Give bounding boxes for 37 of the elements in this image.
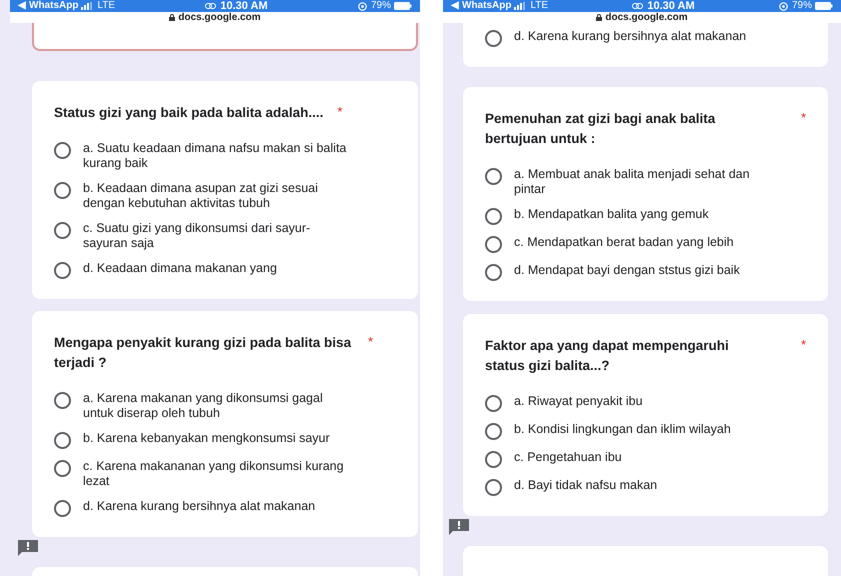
url-text: docs.google.com — [178, 12, 261, 22]
battery-percent: 79% — [792, 1, 812, 11]
option-label: d. Karena kurang bersihnya alat makanan — [514, 29, 746, 44]
option-label: d. Bayi tidak nafsu makan — [514, 478, 658, 493]
option-label: d. Keadaan dimana makanan yang — [83, 261, 277, 276]
back-link[interactable]: ◀ — [451, 1, 459, 11]
option-label: c. Pengetahuan ibu — [514, 450, 622, 465]
clock-time: 10.30 AM — [647, 0, 695, 12]
option-label: c. Mendapatkan berat badan yang lebih — [514, 235, 734, 250]
network-label: LTE — [530, 1, 548, 11]
question-title: Pemenuhan zat gizi bagi anak balita bertujuan untuk : — [485, 110, 716, 148]
back-link[interactable]: ◀ — [18, 1, 26, 11]
required-asterisk: * — [368, 333, 374, 351]
option-label: a. Membuat anak balita menjadi sehat dan pintar — [514, 167, 751, 197]
option-label: b. Kondisi lingkungan dan iklim wilayah — [514, 422, 731, 437]
option-label: b. Keadaan dimana asupan zat gizi sesuai dengan kebutuhan aktivitas tubuh — [83, 181, 319, 211]
option-label: b. Mendapatkan balita yang gemuk — [514, 207, 709, 222]
network-label: LTE — [97, 1, 116, 11]
question-title: Mengapa penyakit kurang gizi pada balita bisa terjadi ? — [54, 334, 352, 372]
app-name: WhatsApp — [29, 1, 78, 11]
option-label: c. Suatu gizi yang dikonsumsi dari sayur-sayuran saja — [83, 221, 312, 251]
option-label: c. Karena makananan yang dikonsumsi kurang lezat — [83, 459, 345, 489]
option-label: b. Karena kebanyakan mengkonsumsi sayur — [83, 431, 330, 446]
option-label: d. Mendapat bayi dengan ststus gizi baik — [514, 263, 740, 278]
option-label: a. Karena makanan yang dikonsumsi gagal untuk diserap oleh tubuh — [83, 391, 324, 421]
question-title: Faktor apa yang dapat mempengaruhi status gizi balita...? — [485, 337, 730, 375]
app-name: WhatsApp — [462, 1, 512, 11]
required-asterisk: * — [337, 103, 342, 121]
required-asterisk: * — [800, 336, 806, 354]
required-asterisk: * — [800, 109, 806, 127]
question-title: Status gizi yang baik pada balita adalah.... — [54, 104, 324, 122]
option-label: a. Suatu keadaan dimana nafsu makan si balita kurang baik — [83, 141, 348, 171]
battery-percent: 79% — [370, 1, 391, 11]
option-label: d. Karena kurang bersihnya alat makanan — [83, 499, 316, 514]
url-text: docs.google.com — [605, 12, 688, 22]
option-label: a. Riwayat penyakit ibu — [514, 394, 643, 409]
clock-time: 10.30 AM — [220, 0, 268, 12]
